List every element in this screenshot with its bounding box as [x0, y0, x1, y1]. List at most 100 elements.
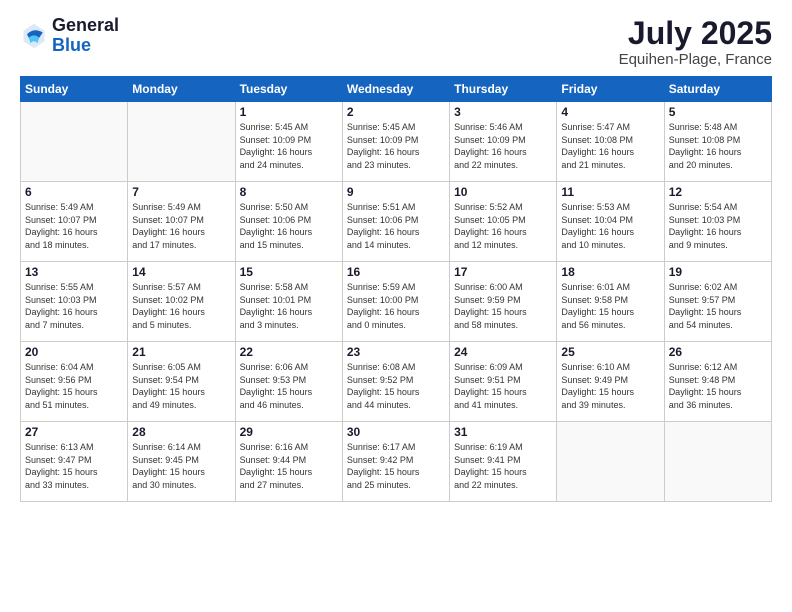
day-number: 21 [132, 345, 230, 359]
day-number: 5 [669, 105, 767, 119]
day-info: Sunrise: 6:17 AM Sunset: 9:42 PM Dayligh… [347, 441, 445, 491]
day-number: 27 [25, 425, 123, 439]
day-info: Sunrise: 6:05 AM Sunset: 9:54 PM Dayligh… [132, 361, 230, 411]
day-info: Sunrise: 5:46 AM Sunset: 10:09 PM Daylig… [454, 121, 552, 171]
calendar-cell: 13 Sunrise: 5:55 AM Sunset: 10:03 PM Dayl… [21, 262, 128, 342]
calendar-cell: 20 Sunrise: 6:04 AM Sunset: 9:56 PM Dayli… [21, 342, 128, 422]
calendar-cell [128, 102, 235, 182]
day-info: Sunrise: 6:06 AM Sunset: 9:53 PM Dayligh… [240, 361, 338, 411]
day-number: 14 [132, 265, 230, 279]
day-number: 16 [347, 265, 445, 279]
calendar-cell: 27 Sunrise: 6:13 AM Sunset: 9:47 PM Dayli… [21, 422, 128, 502]
calendar-cell: 11 Sunrise: 5:53 AM Sunset: 10:04 PM Dayl… [557, 182, 664, 262]
day-number: 23 [347, 345, 445, 359]
day-number: 17 [454, 265, 552, 279]
day-number: 1 [240, 105, 338, 119]
day-info: Sunrise: 5:53 AM Sunset: 10:04 PM Daylig… [561, 201, 659, 251]
day-info: Sunrise: 6:01 AM Sunset: 9:58 PM Dayligh… [561, 281, 659, 331]
day-number: 3 [454, 105, 552, 119]
day-number: 7 [132, 185, 230, 199]
day-info: Sunrise: 5:45 AM Sunset: 10:09 PM Daylig… [240, 121, 338, 171]
weekday-header-row: SundayMondayTuesdayWednesdayThursdayFrid… [21, 77, 772, 102]
day-number: 4 [561, 105, 659, 119]
calendar-cell [21, 102, 128, 182]
day-info: Sunrise: 6:14 AM Sunset: 9:45 PM Dayligh… [132, 441, 230, 491]
day-number: 29 [240, 425, 338, 439]
logo: General Blue [20, 16, 119, 56]
calendar-cell: 25 Sunrise: 6:10 AM Sunset: 9:49 PM Dayli… [557, 342, 664, 422]
weekday-header: Sunday [21, 77, 128, 102]
day-number: 19 [669, 265, 767, 279]
calendar-cell [557, 422, 664, 502]
calendar-cell: 6Sunrise: 5:49 AM Sunset: 10:07 PM Dayli… [21, 182, 128, 262]
calendar-cell: 5Sunrise: 5:48 AM Sunset: 10:08 PM Dayli… [664, 102, 771, 182]
title-block: July 2025 Equihen-Plage, France [619, 16, 772, 68]
day-info: Sunrise: 5:59 AM Sunset: 10:00 PM Daylig… [347, 281, 445, 331]
day-info: Sunrise: 6:09 AM Sunset: 9:51 PM Dayligh… [454, 361, 552, 411]
day-number: 24 [454, 345, 552, 359]
day-info: Sunrise: 6:10 AM Sunset: 9:49 PM Dayligh… [561, 361, 659, 411]
calendar-cell: 28Sunrise: 6:14 AM Sunset: 9:45 PM Dayli… [128, 422, 235, 502]
logo-blue: Blue [52, 36, 119, 56]
calendar-week-row: 20 Sunrise: 6:04 AM Sunset: 9:56 PM Dayli… [21, 342, 772, 422]
day-number: 31 [454, 425, 552, 439]
weekday-header: Wednesday [342, 77, 449, 102]
weekday-header: Thursday [450, 77, 557, 102]
weekday-header: Tuesday [235, 77, 342, 102]
calendar-week-row: 13 Sunrise: 5:55 AM Sunset: 10:03 PM Dayl… [21, 262, 772, 342]
day-info: Sunrise: 5:58 AM Sunset: 10:01 PM Daylig… [240, 281, 338, 331]
day-number: 26 [669, 345, 767, 359]
calendar-cell: 22 Sunrise: 6:06 AM Sunset: 9:53 PM Dayli… [235, 342, 342, 422]
day-info: Sunrise: 6:19 AM Sunset: 9:41 PM Dayligh… [454, 441, 552, 491]
location: Equihen-Plage, France [619, 51, 772, 68]
day-info: Sunrise: 5:57 AM Sunset: 10:02 PM Daylig… [132, 281, 230, 331]
day-number: 6 [25, 185, 123, 199]
month-title: July 2025 [619, 16, 772, 51]
day-info: Sunrise: 5:49 AM Sunset: 10:07 PM Daylig… [132, 201, 230, 251]
calendar-week-row: 6 Sunrise: 5:49 AM Sunset: 10:07 PM Dayli… [21, 182, 772, 262]
calendar-week-row: 1 Sunrise: 5:45 AM Sunset: 10:09 PM Dayli… [21, 102, 772, 182]
day-number: 22 [240, 345, 338, 359]
day-info: Sunrise: 6:00 AM Sunset: 9:59 PM Dayligh… [454, 281, 552, 331]
day-info: Sunrise: 6:16 AM Sunset: 9:44 PM Dayligh… [240, 441, 338, 491]
logo-text: General Blue [52, 16, 119, 56]
calendar-cell: 31 Sunrise: 6:19 AM Sunset: 9:41 PM Dayli… [450, 422, 557, 502]
day-number: 30 [347, 425, 445, 439]
day-number: 25 [561, 345, 659, 359]
day-info: Sunrise: 6:12 AM Sunset: 9:48 PM Dayligh… [669, 361, 767, 411]
header: General Blue July 2025 Equihen-Plage, Fr… [20, 16, 772, 68]
weekday-header: Saturday [664, 77, 771, 102]
calendar-cell: 29 Sunrise: 6:16 AM Sunset: 9:44 PM Dayli… [235, 422, 342, 502]
day-info: Sunrise: 6:04 AM Sunset: 9:56 PM Dayligh… [25, 361, 123, 411]
day-number: 12 [669, 185, 767, 199]
calendar-cell: 19 Sunrise: 6:02 AM Sunset: 9:57 PM Dayli… [664, 262, 771, 342]
calendar-cell: 10Sunrise: 5:52 AM Sunset: 10:05 PM Dayl… [450, 182, 557, 262]
logo-icon [20, 22, 48, 50]
calendar-cell: 17 Sunrise: 6:00 AM Sunset: 9:59 PM Dayli… [450, 262, 557, 342]
day-number: 15 [240, 265, 338, 279]
day-number: 8 [240, 185, 338, 199]
day-info: Sunrise: 5:51 AM Sunset: 10:06 PM Daylig… [347, 201, 445, 251]
calendar-week-row: 27 Sunrise: 6:13 AM Sunset: 9:47 PM Dayli… [21, 422, 772, 502]
day-number: 11 [561, 185, 659, 199]
calendar-cell: 26 Sunrise: 6:12 AM Sunset: 9:48 PM Dayli… [664, 342, 771, 422]
calendar-cell: 2Sunrise: 5:45 AM Sunset: 10:09 PM Dayli… [342, 102, 449, 182]
calendar-cell: 9 Sunrise: 5:51 AM Sunset: 10:06 PM Dayli… [342, 182, 449, 262]
day-number: 10 [454, 185, 552, 199]
calendar-cell: 16 Sunrise: 5:59 AM Sunset: 10:00 PM Dayl… [342, 262, 449, 342]
day-info: Sunrise: 6:08 AM Sunset: 9:52 PM Dayligh… [347, 361, 445, 411]
weekday-header: Monday [128, 77, 235, 102]
calendar-cell: 15 Sunrise: 5:58 AM Sunset: 10:01 PM Dayl… [235, 262, 342, 342]
day-info: Sunrise: 6:13 AM Sunset: 9:47 PM Dayligh… [25, 441, 123, 491]
calendar-cell: 30 Sunrise: 6:17 AM Sunset: 9:42 PM Dayli… [342, 422, 449, 502]
calendar-cell: 24 Sunrise: 6:09 AM Sunset: 9:51 PM Dayli… [450, 342, 557, 422]
day-info: Sunrise: 5:45 AM Sunset: 10:09 PM Daylig… [347, 121, 445, 171]
day-number: 9 [347, 185, 445, 199]
day-number: 20 [25, 345, 123, 359]
page: General Blue July 2025 Equihen-Plage, Fr… [0, 0, 792, 612]
day-info: Sunrise: 6:02 AM Sunset: 9:57 PM Dayligh… [669, 281, 767, 331]
day-info: Sunrise: 5:55 AM Sunset: 10:03 PM Daylig… [25, 281, 123, 331]
day-number: 18 [561, 265, 659, 279]
calendar-cell: 21 Sunrise: 6:05 AM Sunset: 9:54 PM Dayli… [128, 342, 235, 422]
day-number: 13 [25, 265, 123, 279]
